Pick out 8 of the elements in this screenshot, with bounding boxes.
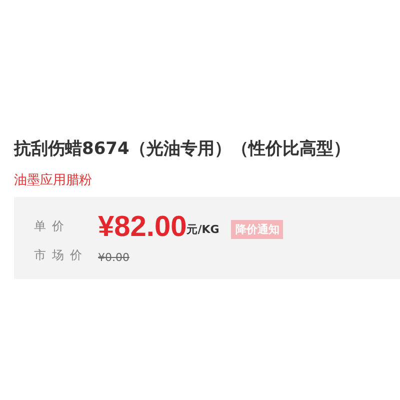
product-subtitle: 油墨应用腊粉 bbox=[14, 172, 93, 190]
price-value: ¥82.00 bbox=[98, 211, 187, 243]
price-alert-button[interactable]: 降价通知 bbox=[231, 220, 284, 239]
product-title: 抗刮伤蜡8674（光油专用）（性价比高型） bbox=[14, 138, 352, 161]
market-price-label: 市场价 bbox=[34, 247, 89, 264]
market-price-value: ¥0.00 bbox=[98, 251, 130, 266]
price-unit: 元/KG bbox=[186, 222, 220, 238]
price-label: 单价 bbox=[34, 218, 71, 235]
